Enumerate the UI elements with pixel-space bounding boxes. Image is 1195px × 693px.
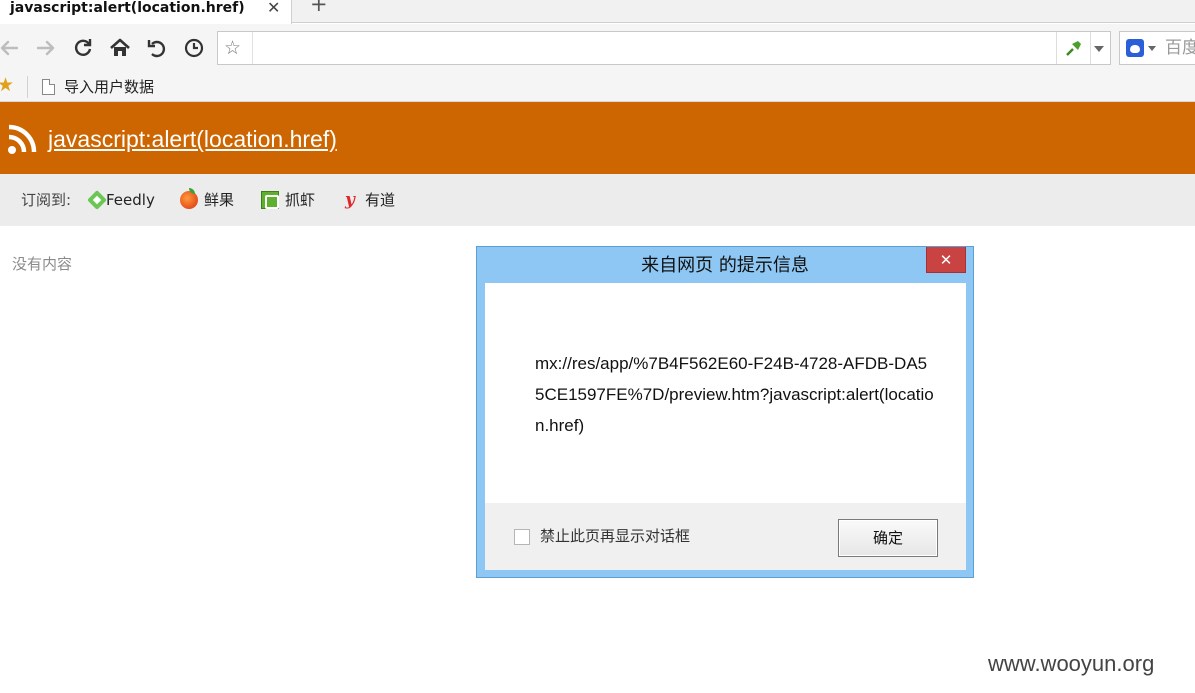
address-dropdown-icon[interactable] [1094, 46, 1104, 52]
subscribe-youdao[interactable]: y 有道 [341, 189, 395, 211]
watermark-text: www.wooyun.org [988, 651, 1155, 676]
subscribe-feedly[interactable]: Feedly [87, 189, 155, 211]
search-placeholder: 百度 [1165, 38, 1195, 58]
page-icon [42, 79, 55, 95]
baidu-paw-icon[interactable] [1126, 39, 1144, 57]
subscribe-label: 订阅到: [21, 191, 72, 209]
address-divider-2 [1090, 32, 1091, 64]
bookmarks-bar: ★ 导入用户数据 [0, 72, 1195, 102]
address-divider [1056, 32, 1057, 64]
bookmark-label: 导入用户数据 [64, 78, 155, 96]
bookmark-star-icon[interactable]: ☆ [224, 36, 241, 60]
tab-close-icon[interactable]: ✕ [267, 0, 280, 16]
address-bar: ☆ [217, 31, 1111, 65]
feed-title-link[interactable]: javascript:alert(location.href) [48, 123, 337, 155]
dialog-title: 来自网页 的提示信息 [641, 255, 809, 276]
subscribe-bar: 订阅到: Feedly 鲜果 抓虾 y 有道 [0, 174, 1195, 226]
undo-icon[interactable] [146, 36, 168, 60]
ok-button[interactable]: 确定 [838, 519, 938, 557]
youdao-icon: y [345, 190, 355, 210]
subscribe-xianguo-label: 鲜果 [204, 191, 235, 209]
subscribe-zhuaxia[interactable]: 抓虾 [261, 189, 315, 211]
dialog-footer: 禁止此页再显示对话框 确定 [485, 503, 966, 570]
subscribe-feedly-label: Feedly [106, 191, 155, 209]
back-arrow-icon[interactable] [0, 36, 20, 60]
new-tab-icon[interactable]: + [310, 0, 328, 15]
plugin-pin-icon[interactable] [1064, 38, 1084, 58]
suppress-dialog-checkbox[interactable] [514, 529, 530, 545]
rss-icon [8, 124, 37, 154]
dialog-body: mx://res/app/%7B4F562E60-F24B-4728-AFDB-… [485, 283, 966, 503]
dialog-message: mx://res/app/%7B4F562E60-F24B-4728-AFDB-… [535, 354, 934, 435]
feedly-icon [87, 190, 107, 210]
dialog-close-icon[interactable]: ✕ [926, 247, 966, 273]
navigation-toolbar: ☆ 百度 [0, 24, 1195, 72]
alert-dialog: 来自网页 的提示信息 ✕ mx://res/app/%7B4F562E60-F2… [476, 246, 974, 578]
url-input[interactable] [252, 32, 1052, 64]
forward-arrow-icon[interactable] [35, 36, 57, 60]
xianguo-apple-icon [180, 188, 198, 209]
subscribe-youdao-label: 有道 [365, 191, 396, 209]
tab-active[interactable]: javascript:alert(location.href) ✕ [0, 0, 292, 24]
subscribe-xianguo[interactable]: 鲜果 [180, 188, 235, 211]
suppress-dialog-label[interactable]: 禁止此页再显示对话框 [540, 525, 690, 547]
tab-title: javascript:alert(location.href) [10, 0, 245, 16]
history-clock-icon[interactable] [183, 36, 205, 60]
subscribe-zhuaxia-label: 抓虾 [285, 191, 316, 209]
favorites-star-icon[interactable]: ★ [0, 74, 14, 96]
bookmark-item-import[interactable]: 导入用户数据 [42, 76, 154, 98]
refresh-icon[interactable] [72, 36, 94, 60]
search-engine-dropdown-icon[interactable] [1148, 46, 1156, 51]
feed-header: javascript:alert(location.href) [0, 102, 1195, 174]
empty-content-text: 没有内容 [12, 255, 73, 273]
home-icon[interactable] [109, 36, 131, 60]
tab-strip: javascript:alert(location.href) ✕ + [0, 0, 1195, 24]
bookmarks-divider [27, 76, 28, 98]
search-box[interactable]: 百度 [1119, 31, 1195, 65]
zhuaxia-icon [261, 191, 279, 209]
